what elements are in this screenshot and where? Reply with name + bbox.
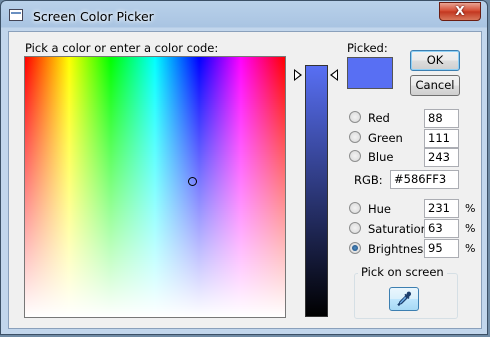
window-title: Screen Color Picker <box>33 9 154 24</box>
saturation-gradient <box>25 57 285 317</box>
brightness-radio[interactable] <box>349 242 361 254</box>
app-icon <box>9 9 23 21</box>
red-radio[interactable] <box>349 111 361 123</box>
picked-label: Picked: <box>347 41 388 55</box>
red-label: Red <box>368 111 390 125</box>
hue-label: Hue <box>368 202 392 216</box>
ok-button[interactable]: OK <box>410 50 460 71</box>
pick-on-screen-label: Pick on screen <box>358 265 447 279</box>
hue-radio[interactable] <box>349 202 361 214</box>
brightness-label: Brightness <box>368 242 430 256</box>
close-button[interactable]: X <box>439 2 481 21</box>
brightness-arrow-left-icon[interactable] <box>294 69 302 81</box>
hue-input[interactable]: 231 <box>424 199 459 218</box>
title-bar[interactable]: Screen Color Picker X <box>1 1 487 31</box>
green-input[interactable]: 111 <box>424 129 459 148</box>
brightness-arrow-right-icon[interactable] <box>330 69 338 81</box>
saturation-label: Saturation <box>368 222 428 236</box>
saturation-radio[interactable] <box>349 222 361 234</box>
green-label: Green <box>368 131 403 145</box>
color-field-cursor[interactable] <box>188 177 197 186</box>
red-input[interactable]: 88 <box>424 109 459 128</box>
brightness-input[interactable]: 95 <box>424 239 459 258</box>
hue-unit: % <box>465 202 476 215</box>
saturation-unit: % <box>465 222 476 235</box>
picked-color-swatch <box>347 57 393 89</box>
prompt-label: Pick a color or enter a color code: <box>25 41 219 55</box>
blue-input[interactable]: 243 <box>424 148 459 167</box>
brightness-unit: % <box>465 242 476 255</box>
rgb-hex-input[interactable]: #586FF3 <box>390 170 459 189</box>
color-field[interactable] <box>24 56 286 318</box>
blue-radio[interactable] <box>349 150 361 162</box>
green-radio[interactable] <box>349 131 361 143</box>
brightness-slider[interactable] <box>305 65 328 317</box>
dialog-body: Pick a color or enter a color code: Pick… <box>8 31 482 329</box>
eyedropper-icon <box>397 291 412 307</box>
rgb-label: RGB: <box>354 173 383 187</box>
saturation-input[interactable]: 63 <box>424 219 459 238</box>
pick-on-screen-button[interactable] <box>389 287 419 311</box>
color-picker-window: Screen Color Picker X Pick a color or en… <box>0 0 488 335</box>
cancel-button[interactable]: Cancel <box>410 75 460 96</box>
blue-label: Blue <box>368 150 394 164</box>
